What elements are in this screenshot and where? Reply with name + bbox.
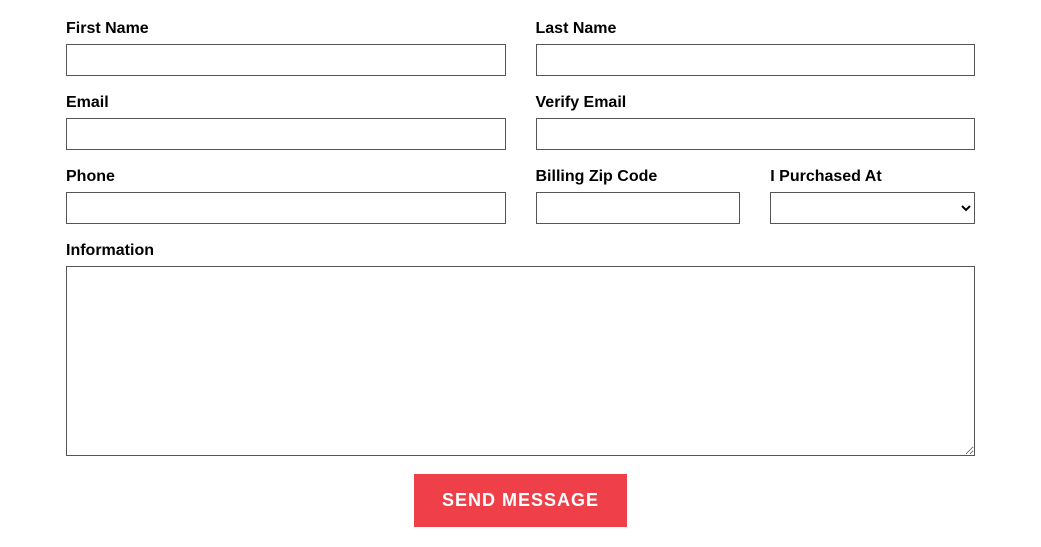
- information-textarea[interactable]: [66, 266, 975, 456]
- group-billing-zip: Billing Zip Code: [536, 168, 741, 224]
- label-billing-zip: Billing Zip Code: [536, 168, 741, 186]
- email-input[interactable]: [66, 118, 506, 150]
- group-verify-email: Verify Email: [536, 94, 976, 150]
- phone-input[interactable]: [66, 192, 506, 224]
- last-name-input[interactable]: [536, 44, 976, 76]
- contact-form: First Name Last Name Email Verify Email …: [0, 0, 1041, 547]
- row-name: First Name Last Name: [66, 20, 975, 76]
- label-first-name: First Name: [66, 20, 506, 38]
- group-information: Information: [66, 242, 975, 456]
- group-phone: Phone: [66, 168, 506, 224]
- label-email: Email: [66, 94, 506, 112]
- group-first-name: First Name: [66, 20, 506, 76]
- purchased-at-select[interactable]: [770, 192, 975, 224]
- row-information: Information: [66, 242, 975, 456]
- verify-email-input[interactable]: [536, 118, 976, 150]
- row-submit: SEND MESSAGE: [66, 474, 975, 527]
- send-message-button[interactable]: SEND MESSAGE: [414, 474, 627, 527]
- row-phone-zip-purchase: Phone Billing Zip Code I Purchased At: [66, 168, 975, 224]
- billing-zip-input[interactable]: [536, 192, 741, 224]
- group-purchased-at: I Purchased At: [770, 168, 975, 224]
- group-email: Email: [66, 94, 506, 150]
- group-last-name: Last Name: [536, 20, 976, 76]
- first-name-input[interactable]: [66, 44, 506, 76]
- row-email: Email Verify Email: [66, 94, 975, 150]
- label-phone: Phone: [66, 168, 506, 186]
- label-verify-email: Verify Email: [536, 94, 976, 112]
- label-last-name: Last Name: [536, 20, 976, 38]
- label-information: Information: [66, 242, 975, 260]
- label-purchased-at: I Purchased At: [770, 168, 975, 186]
